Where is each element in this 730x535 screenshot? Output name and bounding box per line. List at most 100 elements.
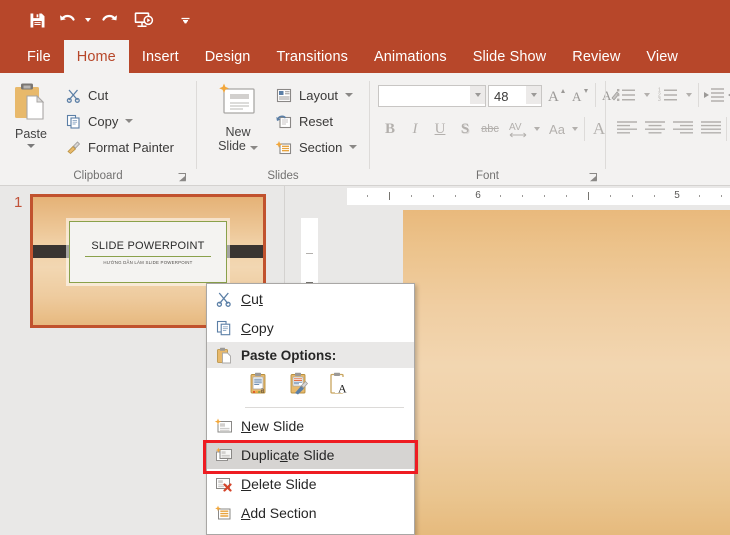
paste-button[interactable]: Paste bbox=[8, 81, 54, 159]
new-slide-icon bbox=[219, 83, 255, 114]
tab-design[interactable]: Design bbox=[192, 40, 264, 73]
decrease-indent-button[interactable] bbox=[702, 84, 726, 106]
increase-indent-button[interactable] bbox=[726, 84, 730, 106]
ribbon-group-clipboard: Paste Cut Copy Format Painter Clipboard bbox=[0, 73, 196, 185]
add-section-icon bbox=[207, 498, 241, 527]
ruler-label-5: 5 bbox=[674, 190, 680, 201]
paste-label: Paste bbox=[15, 127, 47, 141]
font-size-dropdown-icon[interactable] bbox=[526, 86, 541, 104]
svg-text:A: A bbox=[548, 89, 559, 104]
character-spacing-dropdown-icon[interactable] bbox=[531, 117, 543, 141]
slides-group-label: Slides bbox=[267, 170, 299, 182]
svg-text:AV: AV bbox=[509, 122, 522, 133]
align-center-button[interactable] bbox=[642, 117, 668, 139]
quick-access-toolbar bbox=[22, 0, 200, 40]
new-slide-button[interactable]: New Slide bbox=[209, 81, 267, 161]
format-painter-label: Format Painter bbox=[88, 139, 174, 155]
context-menu-label-cut: Cut bbox=[241, 290, 263, 307]
new-slide-dropdown-icon[interactable] bbox=[249, 146, 258, 150]
numbering-button[interactable]: 1 2 3 bbox=[656, 84, 682, 106]
copy-button[interactable]: Copy bbox=[62, 109, 134, 133]
align-left-button[interactable] bbox=[614, 117, 640, 139]
change-case-button[interactable]: Aa bbox=[545, 117, 569, 141]
ribbon: Paste Cut Copy Format Painter Clipboard … bbox=[0, 73, 730, 186]
slide-subtitle: HƯỚNG DẪN LÀM SLIDE POWERPOINT bbox=[103, 259, 193, 265]
text-shadow-button[interactable]: S bbox=[453, 117, 477, 141]
tab-slide-show[interactable]: Slide Show bbox=[460, 40, 560, 73]
ribbon-group-font: 48 A A A B I U S abc AV Aa A Font bbox=[370, 73, 620, 185]
undo-icon[interactable] bbox=[52, 5, 82, 35]
context-menu-item-duplicate-slide[interactable]: Duplicate Slide bbox=[207, 440, 414, 469]
context-menu-item-copy[interactable]: Copy bbox=[207, 313, 414, 342]
layout-dropdown-icon[interactable] bbox=[345, 93, 354, 97]
font-name-dropdown-icon[interactable] bbox=[470, 86, 485, 104]
copy-dropdown-icon[interactable] bbox=[125, 119, 134, 123]
italic-button[interactable]: I bbox=[403, 117, 427, 141]
format-painter-button[interactable]: Format Painter bbox=[62, 135, 174, 159]
increase-font-size-button[interactable]: A bbox=[546, 84, 568, 106]
bold-label: B bbox=[384, 120, 395, 137]
ribbon-tabs: File Home Insert Design Transitions Anim… bbox=[14, 40, 691, 73]
bullets-dropdown-icon[interactable] bbox=[641, 84, 653, 106]
character-spacing-button[interactable]: AV bbox=[506, 117, 532, 141]
bold-button[interactable]: B bbox=[378, 117, 402, 141]
change-case-dropdown-icon[interactable] bbox=[569, 117, 581, 141]
context-menu-label-new-slide: New Slide bbox=[241, 417, 305, 434]
undo-dropdown-icon[interactable] bbox=[82, 5, 94, 35]
slide-editing-canvas[interactable] bbox=[403, 210, 730, 535]
section-button[interactable]: Section bbox=[273, 135, 358, 159]
copy-icon bbox=[207, 313, 241, 342]
slide-title-card: SLIDE POWERPOINT HƯỚNG DẪN LÀM SLIDE POW… bbox=[69, 221, 227, 283]
paste-dropdown-icon[interactable] bbox=[27, 144, 35, 148]
title-bar bbox=[0, 0, 730, 40]
context-menu-item-add-section[interactable]: Add Section bbox=[207, 498, 414, 527]
paste-text-only-icon[interactable]: A bbox=[329, 372, 350, 400]
tab-view[interactable]: View bbox=[633, 40, 691, 73]
tab-file[interactable]: File bbox=[14, 40, 64, 73]
paste-source-formatting-icon[interactable] bbox=[289, 372, 310, 400]
context-menu-item-new-slide[interactable]: New Slide bbox=[207, 411, 414, 440]
bullets-button[interactable] bbox=[614, 84, 640, 106]
tab-animations[interactable]: Animations bbox=[361, 40, 460, 73]
clipboard-group-label: Clipboard bbox=[73, 170, 123, 182]
context-menu-item-delete-slide[interactable]: Delete Slide bbox=[207, 469, 414, 498]
ribbon-group-paragraph: 1 2 3 bbox=[606, 73, 730, 185]
tab-home[interactable]: Home bbox=[63, 40, 129, 73]
cut-button[interactable]: Cut bbox=[62, 83, 108, 107]
font-size-input[interactable]: 48 bbox=[488, 85, 542, 107]
justify-button[interactable] bbox=[698, 117, 724, 139]
chevron-down-icon[interactable] bbox=[170, 5, 200, 35]
horizontal-ruler[interactable]: 6 5 bbox=[347, 188, 730, 205]
reset-icon bbox=[273, 111, 295, 131]
tab-insert[interactable]: Insert bbox=[129, 40, 192, 73]
slide-title-rule bbox=[85, 255, 211, 257]
font-group-label: Font bbox=[475, 170, 499, 182]
numbering-dropdown-icon[interactable] bbox=[683, 84, 695, 106]
tab-review[interactable]: Review bbox=[559, 40, 633, 73]
slideshow-icon[interactable] bbox=[128, 5, 158, 35]
context-menu-label-add-section: Add Section bbox=[241, 504, 317, 521]
delete-slide-icon bbox=[207, 469, 241, 498]
decrease-font-size-button[interactable]: A bbox=[570, 84, 592, 106]
font-name-input[interactable] bbox=[378, 85, 486, 107]
vertical-ruler[interactable] bbox=[301, 218, 318, 293]
align-right-button[interactable] bbox=[670, 117, 696, 139]
reset-button[interactable]: Reset bbox=[273, 109, 333, 133]
font-dialog-launcher[interactable] bbox=[588, 170, 599, 182]
save-icon[interactable] bbox=[22, 5, 52, 35]
context-menu-item-cut[interactable]: Cut bbox=[207, 284, 414, 313]
paste-destination-theme-icon[interactable]: a bbox=[249, 372, 270, 400]
redo-icon[interactable] bbox=[94, 5, 124, 35]
clipboard-dialog-launcher[interactable] bbox=[177, 170, 188, 182]
underline-button[interactable]: U bbox=[428, 117, 452, 141]
section-dropdown-icon[interactable] bbox=[349, 145, 358, 149]
italic-label: I bbox=[412, 120, 418, 137]
new-slide-icon bbox=[207, 411, 241, 440]
strikethrough-button[interactable]: abc bbox=[476, 117, 504, 141]
tab-transitions[interactable]: Transitions bbox=[263, 40, 360, 73]
layout-button[interactable]: Layout bbox=[273, 83, 354, 107]
ribbon-tab-strip: File Home Insert Design Transitions Anim… bbox=[0, 40, 730, 73]
slide-title: SLIDE POWERPOINT bbox=[91, 239, 205, 252]
svg-text:A: A bbox=[572, 89, 582, 104]
context-menu-divider bbox=[245, 407, 404, 408]
